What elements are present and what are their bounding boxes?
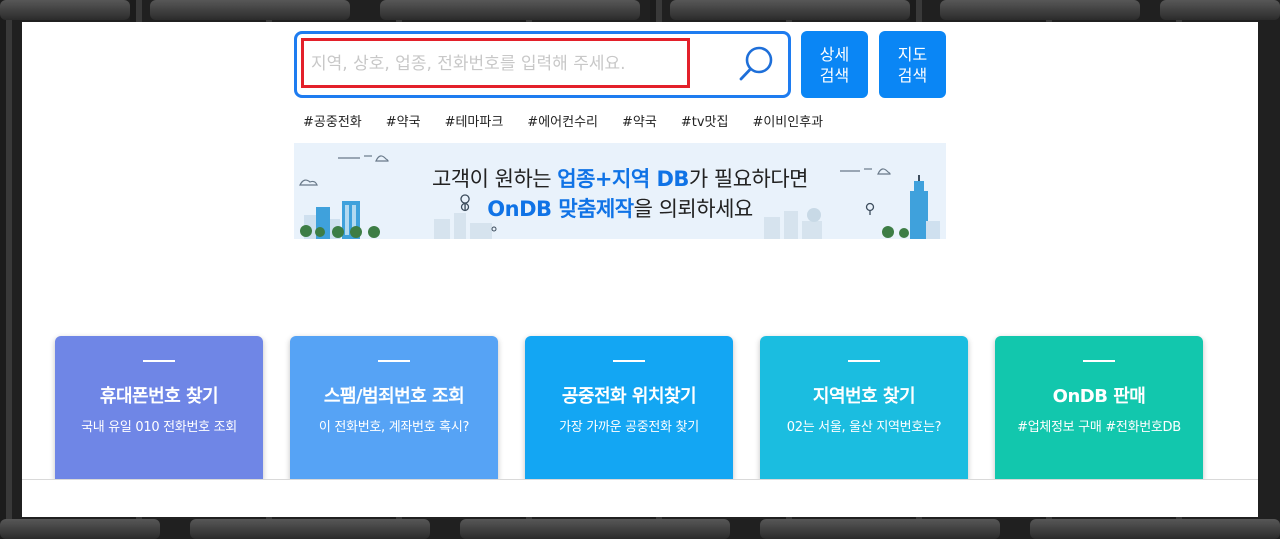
map-search-label-1: 지도 <box>897 44 928 64</box>
card-divider <box>848 360 880 362</box>
card-divider <box>143 360 175 362</box>
card-title: 공중전화 위치찾기 <box>561 386 697 407</box>
card-ondb-sales[interactable]: OnDB 판매 #업체정보 구매 #전화번호DB <box>995 336 1203 480</box>
card-subtitle: 국내 유일 010 전화번호 조회 <box>81 420 237 435</box>
card-subtitle: 이 전화번호, 계좌번호 혹시? <box>318 420 470 435</box>
hashtag-link[interactable]: #tv맛집 <box>681 111 729 131</box>
hashtag-link[interactable]: #테마파크 <box>445 111 504 131</box>
card-divider <box>613 360 645 362</box>
detail-search-button[interactable]: 상세 검색 <box>801 31 868 98</box>
card-subtitle: 가장 가까운 공중전화 찾기 <box>559 420 699 435</box>
card-title: 휴대폰번호 찾기 <box>99 386 219 407</box>
detail-search-label-1: 상세 <box>819 44 850 64</box>
hashtag-link[interactable]: #이비인후과 <box>752 111 823 131</box>
search-icon[interactable] <box>738 44 776 84</box>
hashtag-link[interactable]: #공중전화 <box>303 111 362 131</box>
card-phone-number-search[interactable]: 휴대폰번호 찾기 국내 유일 010 전화번호 조회 <box>55 336 263 480</box>
hashtag-link[interactable]: #에어컨수리 <box>527 111 598 131</box>
banner-text: 가 필요하다면 <box>688 167 809 191</box>
ad-banner[interactable]: 고객이 원하는 업종+지역 DB가 필요하다면 OnDB 맞춤제작을 의뢰하세요 <box>294 143 946 239</box>
banner-highlight: 업종+지역 DB <box>557 167 689 191</box>
card-spam-number-lookup[interactable]: 스팸/범죄번호 조회 이 전화번호, 계좌번호 혹시? <box>290 336 498 480</box>
highlight-annotation <box>301 38 690 88</box>
card-subtitle: #업체정보 구매 #전화번호DB <box>1017 420 1181 435</box>
card-subtitle: 02는 서울, 울산 지역번호는? <box>786 420 942 435</box>
map-search-button[interactable]: 지도 검색 <box>879 31 946 98</box>
card-divider <box>1083 360 1115 362</box>
hashtag-list: #공중전화 #약국 #테마파크 #에어컨수리 #약국 #tv맛집 #이비인후과 <box>303 111 847 131</box>
banner-line-2: OnDB 맞춤제작을 의뢰하세요 <box>294 193 946 223</box>
card-title: OnDB 판매 <box>1052 386 1146 407</box>
card-payphone-locator[interactable]: 공중전화 위치찾기 가장 가까운 공중전화 찾기 <box>525 336 733 480</box>
bottom-panel <box>22 480 1258 517</box>
card-area-code-search[interactable]: 지역번호 찾기 02는 서울, 울산 지역번호는? <box>760 336 968 480</box>
card-title: 지역번호 찾기 <box>812 386 916 407</box>
card-title: 스팸/범죄번호 조회 <box>323 386 465 407</box>
banner-line-1: 고객이 원하는 업종+지역 DB가 필요하다면 <box>294 163 946 193</box>
hashtag-link[interactable]: #약국 <box>622 111 657 131</box>
detail-search-label-2: 검색 <box>819 65 850 85</box>
map-search-label-2: 검색 <box>897 65 928 85</box>
card-divider <box>378 360 410 362</box>
hashtag-link[interactable]: #약국 <box>386 111 421 131</box>
banner-text: 을 의뢰하세요 <box>633 197 754 221</box>
banner-highlight: OnDB 맞춤제작 <box>487 197 634 221</box>
banner-text: 고객이 원하는 <box>431 167 558 191</box>
